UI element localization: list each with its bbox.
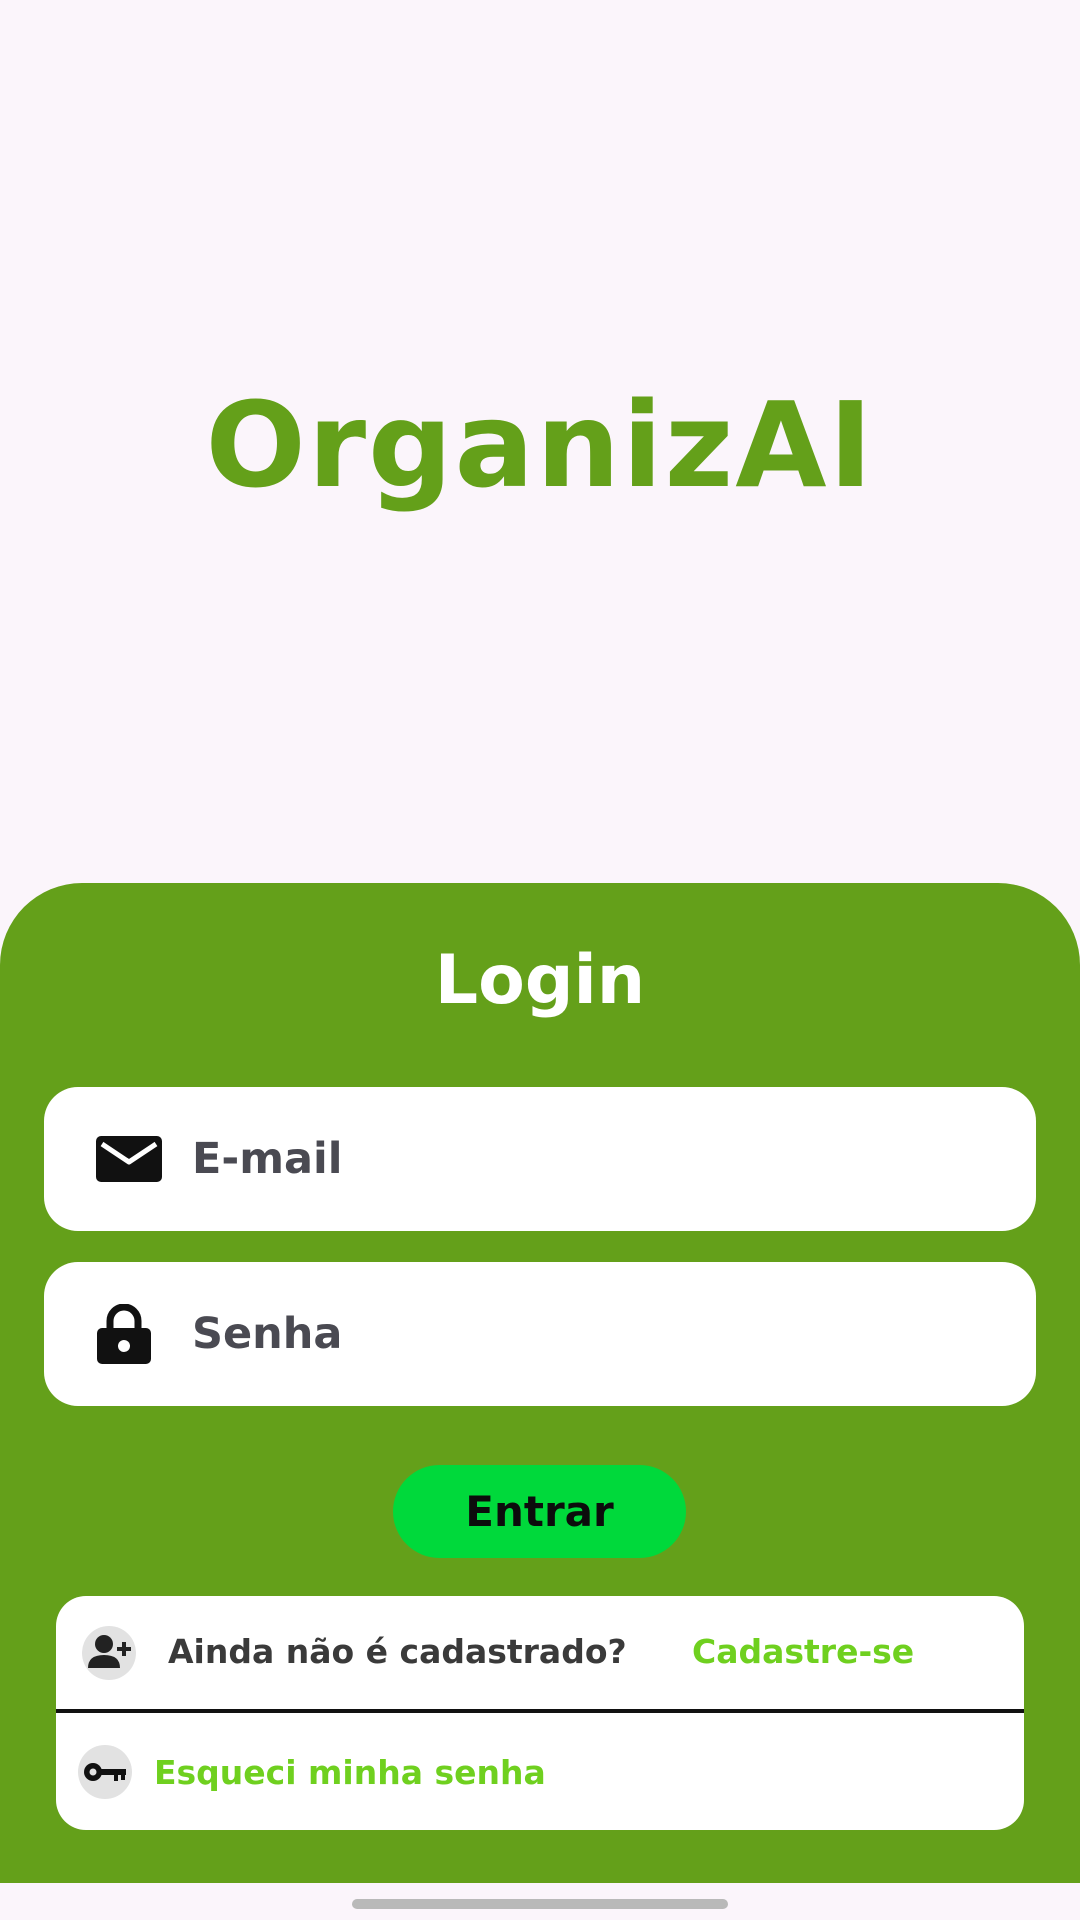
password-field[interactable] — [192, 1262, 992, 1406]
signup-question: Ainda não é cadastrado? — [168, 1632, 627, 1671]
password-field-container — [44, 1262, 1036, 1406]
app-title: OrganizAI — [205, 376, 875, 514]
home-indicator[interactable] — [352, 1899, 728, 1909]
mail-icon — [96, 1136, 162, 1182]
lock-icon — [97, 1304, 151, 1364]
enter-button[interactable]: Entrar — [393, 1465, 686, 1558]
key-icon — [78, 1745, 132, 1799]
signup-row: Ainda não é cadastrado? Cadastre-se — [56, 1596, 1024, 1709]
links-card: Ainda não é cadastrado? Cadastre-se Esqu… — [56, 1596, 1024, 1830]
login-heading: Login — [434, 941, 646, 1020]
email-field-container — [44, 1087, 1036, 1231]
add-user-icon — [82, 1626, 136, 1680]
forgot-password-link[interactable]: Esqueci minha senha — [154, 1751, 546, 1795]
email-field[interactable] — [192, 1087, 992, 1231]
forgot-row: Esqueci minha senha — [56, 1713, 1024, 1830]
login-screen: OrganizAI Login Entrar — [0, 0, 1080, 1920]
status-bar — [0, 0, 1080, 80]
signup-link[interactable]: Cadastre-se — [692, 1630, 914, 1674]
